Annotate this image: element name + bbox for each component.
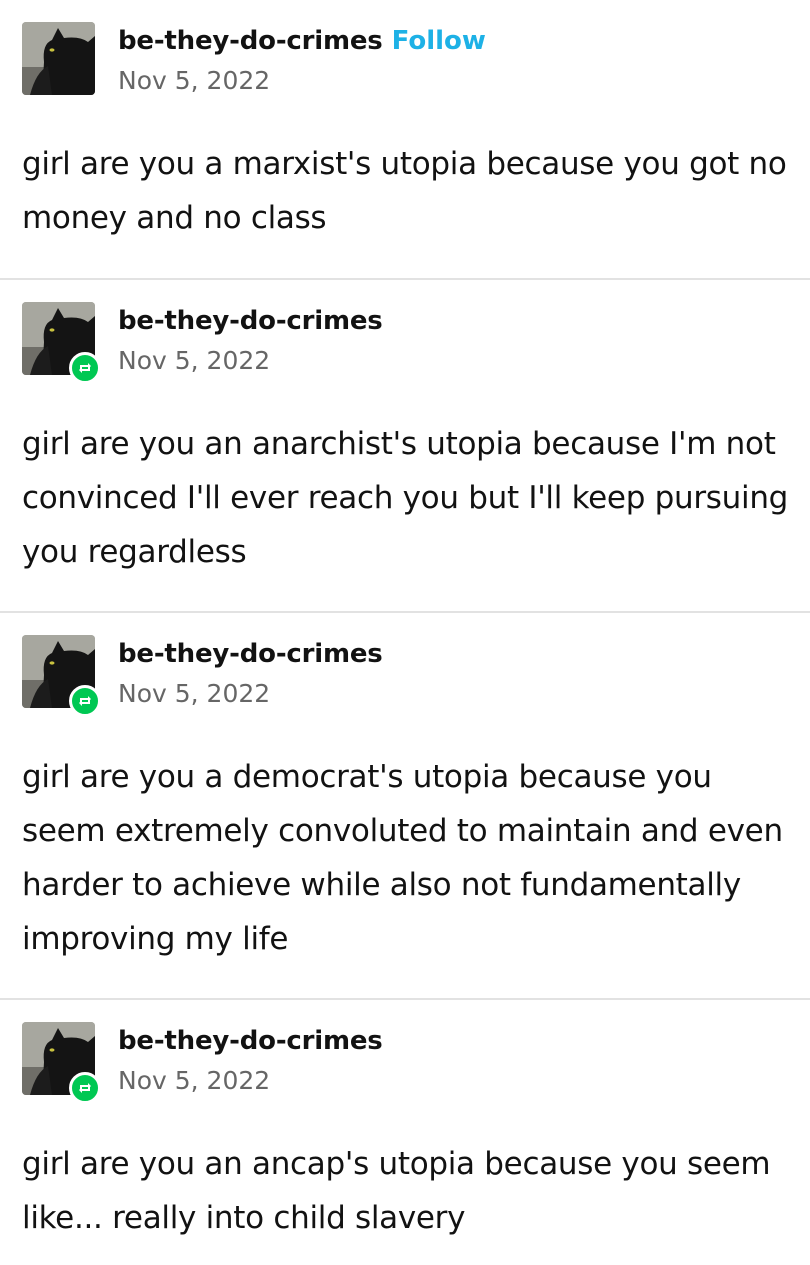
post-text: girl are you a marxist's utopia because …: [22, 146, 787, 236]
username-row: be-they-do-crimes Follow: [118, 26, 486, 56]
reblog-icon: [69, 352, 101, 384]
post-header: be-they-do-crimes Follow Nov 5, 2022: [22, 22, 782, 98]
post-text: girl are you a democrat's utopia because…: [22, 759, 783, 957]
username-row: be-they-do-crimes: [118, 639, 383, 669]
post-date[interactable]: Nov 5, 2022: [118, 1066, 270, 1095]
username[interactable]: be-they-do-crimes: [118, 26, 383, 56]
post-text: girl are you an anarchist's utopia becau…: [22, 426, 789, 570]
username[interactable]: be-they-do-crimes: [118, 639, 383, 669]
post-header: be-they-do-crimes Nov 5, 2022: [22, 1022, 782, 1104]
post-header: be-they-do-crimes Nov 5, 2022: [22, 635, 782, 717]
post-date[interactable]: Nov 5, 2022: [118, 679, 270, 708]
username[interactable]: be-they-do-crimes: [118, 1026, 383, 1056]
avatar[interactable]: [22, 22, 95, 95]
username-row: be-they-do-crimes: [118, 1026, 383, 1056]
reblog-icon: [69, 1072, 101, 1104]
post-header: be-they-do-crimes Nov 5, 2022: [22, 302, 782, 384]
post-divider: [0, 611, 810, 613]
post-divider: [0, 998, 810, 1000]
reblog-icon: [69, 685, 101, 717]
username[interactable]: be-they-do-crimes: [118, 306, 383, 336]
follow-button[interactable]: Follow: [392, 26, 486, 56]
post-text: girl are you an ancap's utopia because y…: [22, 1146, 771, 1236]
post-date[interactable]: Nov 5, 2022: [118, 66, 270, 95]
post-date[interactable]: Nov 5, 2022: [118, 346, 270, 375]
username-row: be-they-do-crimes: [118, 306, 383, 336]
post-divider: [0, 278, 810, 280]
